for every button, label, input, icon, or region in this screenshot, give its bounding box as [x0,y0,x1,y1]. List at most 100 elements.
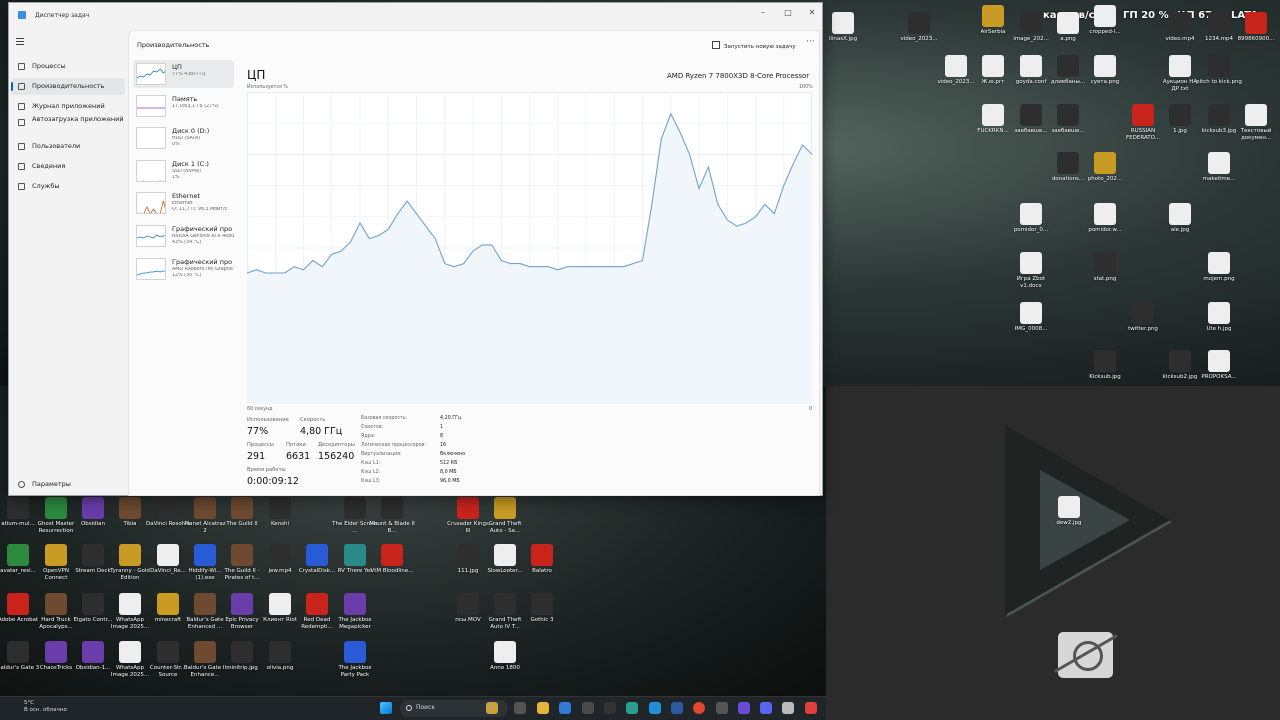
device-item[interactable]: Графический про AMD Radeon(TM) Graphics 12… [133,255,234,283]
close-button[interactable]: ✕ [800,6,824,20]
cpu-usage-graph [247,92,812,404]
desktop-icon-label: makeitme... [1202,176,1236,182]
nav-item[interactable]: Службы [11,178,125,195]
desktop-icon[interactable]: Игра Zbot v1.docx [1008,252,1054,290]
file-icon [7,641,29,663]
desktop-icon[interactable]: stat.png [1082,252,1128,283]
weather-widget[interactable]: 5°C В осн. облачно [24,700,67,714]
device-item[interactable]: ЦП 77% 4,80 ГГц [133,60,234,88]
minimize-button[interactable]: – [751,6,775,20]
desktop-icon[interactable]: PROPOKSA... [1196,350,1242,381]
hamburger-menu-icon[interactable] [16,38,24,45]
desktop-icon[interactable]: суета.png [1082,55,1128,86]
device-detail: SSD (NVMe) [172,169,202,174]
taskbar-app-icon[interactable] [805,702,817,714]
desktop-icon-label: cropped-i... [1089,29,1121,35]
taskbar-discord-icon[interactable] [760,702,772,714]
desktop-icon-label: Mount & Blade II B... [369,521,415,534]
spec-value: 16 [440,443,447,448]
start-button[interactable] [380,702,392,714]
taskbar-telegram-icon[interactable] [649,702,661,714]
taskbar-app-icon[interactable] [582,702,594,714]
desktop-icon[interactable]: Anno 1800 [482,641,528,672]
nav-item[interactable]: Производительность [11,78,125,95]
file-icon [982,104,1004,126]
desktop-icon[interactable]: pomidor_0... [1008,203,1054,234]
users-icon [18,143,25,150]
desktop-icon[interactable]: Kicksub.jpg [1082,350,1128,381]
desktop-icon[interactable]: cropped-i... [1082,5,1128,36]
desktop-icon[interactable]: 899860900... [1233,12,1279,43]
taskbar-app-icon[interactable] [671,702,683,714]
device-item[interactable]: Ethernet Ethernet О: 11,7 П: 98,3 Мбит/с [133,189,234,217]
file-icon [157,593,179,615]
nav-item[interactable]: Сведения [11,158,125,175]
desktop-icon[interactable]: mojem.png [1196,252,1242,283]
desktop-icon[interactable]: pomidor.w... [1082,203,1128,234]
taskbar-app-icon[interactable] [738,702,750,714]
device-sparkline [136,95,166,117]
processes-icon [18,63,25,70]
taskbar-explorer-icon[interactable] [537,702,549,714]
device-item[interactable]: Диск 0 (D:) HDD (SATA) 0% [133,124,234,152]
desktop-icon[interactable]: Ute h.jpg [1196,302,1242,333]
services-icon [18,183,25,190]
desktop-icon[interactable]: Gothic 3 [519,593,565,624]
file-icon [45,641,67,663]
desktop-icon[interactable]: Kenshi [257,497,303,528]
taskbar-app-icon[interactable] [486,702,498,714]
desktop-icon[interactable]: ale.jpg [1157,203,1203,234]
nav-item[interactable]: Пользователи [11,138,125,155]
more-options-button[interactable]: ··· [806,37,815,47]
file-icon [457,497,479,519]
desktop-icon[interactable]: Mount & Blade II B... [369,497,415,535]
run-new-task-button[interactable]: Запустить новую задачу [712,41,796,50]
desktop-icon[interactable]: ilinasX.jpg [820,12,866,43]
desktop-icon[interactable]: olivia.png [257,641,303,672]
device-item[interactable]: Диск 1 (C:) SSD (NVMe) 1% [133,157,234,185]
device-item[interactable]: Память 17,0/63,1 ГБ (27%) [133,92,234,120]
nav-settings[interactable]: Параметры [11,476,125,493]
spec-label: Логических процессоров: [361,443,426,448]
desktop-icon[interactable]: twitter.png [1120,302,1166,333]
taskbar-chrome-icon[interactable] [693,702,705,714]
desktop-icon-label: The Jackbox Megapicker [338,617,372,630]
desktop-icon[interactable]: VtM Bloodline... [369,544,415,575]
file-icon [82,641,104,663]
file-icon [82,544,104,566]
spec-label: Сокетов: [361,425,384,430]
taskbar-app-icon[interactable] [604,702,616,714]
desktop-icon[interactable]: dew2.jpg [1046,496,1092,527]
file-icon [269,641,291,663]
desktop-icon[interactable]: IMG_0008... [1008,302,1054,333]
desktop-icon[interactable]: The Jackbox Party Pack [332,641,378,679]
taskbar-app-icon[interactable] [514,702,526,714]
desktop-icon[interactable]: Grand Theft Auto - Sa... [482,497,528,535]
desktop-icon[interactable]: Balatro [519,544,565,575]
title-bar[interactable]: Диспетчер задач – □ ✕ [9,3,822,27]
taskbar-app-icon[interactable] [716,702,728,714]
nav-item-label: Процессы [32,62,66,70]
maximize-button[interactable]: □ [776,6,800,20]
file-icon [1094,350,1116,372]
desktop-icon[interactable]: Текстовый докумен... [1233,104,1279,142]
desktop-icon[interactable]: photo_202... [1082,152,1128,183]
desktop-icon[interactable]: заебавше... [1045,104,1091,135]
desktop-icon[interactable]: The Jackbox Megapicker [332,593,378,631]
desktop-icon[interactable]: pitch to kick.png [1196,55,1242,86]
desktop-icon[interactable]: video_2023... [896,12,942,43]
taskbar-app-icon[interactable] [782,702,794,714]
file-icon [344,544,366,566]
processes-value: 291 [247,451,266,462]
nav-item[interactable]: Журнал приложений [11,98,125,115]
settings-gear-icon [18,481,25,488]
device-item[interactable]: Графический про NVIDIA GeForce RTX 4080 43… [133,222,234,250]
nav-item[interactable]: Процессы [11,58,125,75]
device-detail: 77% 4,80 ГГц [172,72,206,77]
taskbar-app-icon[interactable] [626,702,638,714]
desktop-icon[interactable]: makeitme... [1196,152,1242,183]
nav-item[interactable]: Автозагрузка приложений [11,114,125,136]
nav-settings-label: Параметры [32,480,71,488]
taskbar-vscode-icon[interactable] [559,702,571,714]
file-icon [194,641,216,663]
